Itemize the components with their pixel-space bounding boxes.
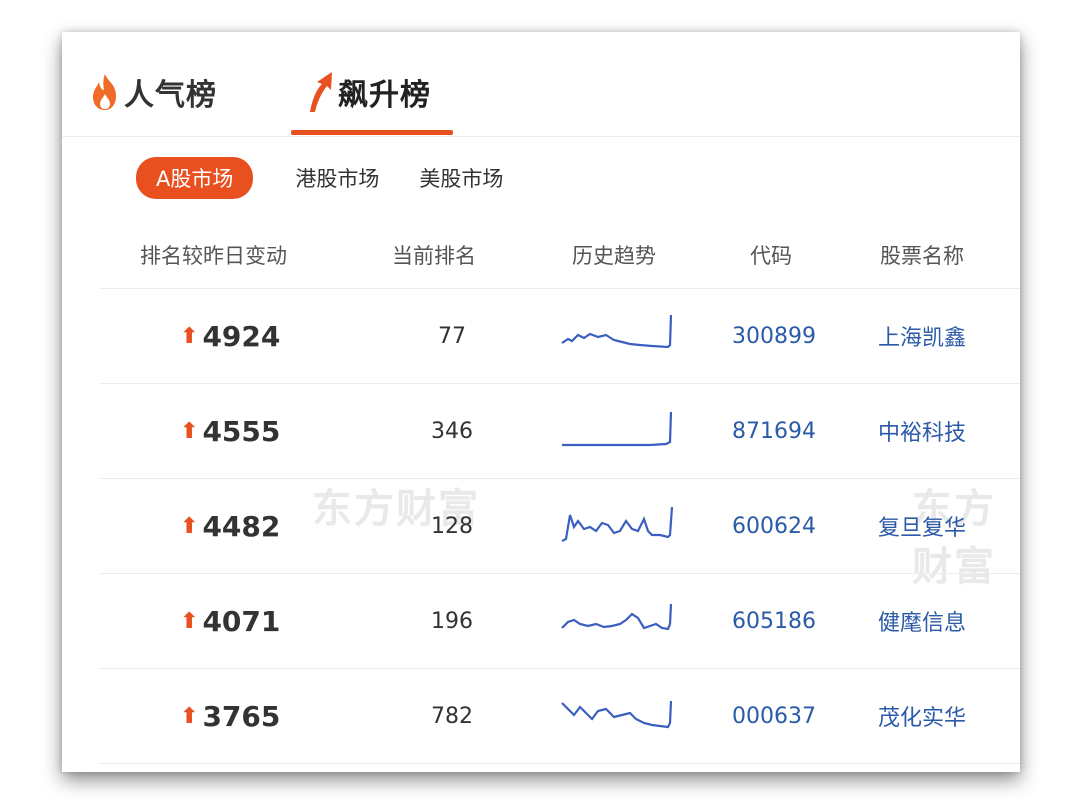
rank-change: ⬆ 4482 <box>180 509 281 543</box>
header-change: 排名较昨日变动 <box>140 244 287 268</box>
rising-arrow-icon <box>310 72 332 112</box>
table-row[interactable]: ⬆ 4482 128 600624 复旦复华 <box>100 479 1020 574</box>
tab-popularity[interactable]: 人气榜 <box>86 64 217 120</box>
stock-name-link[interactable]: 复旦复华 <box>878 479 966 573</box>
stock-name-link[interactable]: 健麾信息 <box>878 574 966 668</box>
rank-change: ⬆ 4555 <box>180 414 281 448</box>
market-filter: A股市场 港股市场 美股市场 <box>136 157 543 199</box>
up-arrow-icon: ⬆ <box>180 323 199 349</box>
trend-sparkline <box>560 289 680 383</box>
trend-sparkline <box>560 384 680 478</box>
header-code: 代码 <box>750 244 792 268</box>
tab-rising-label: 飙升榜 <box>338 78 431 113</box>
tab-popularity-label: 人气榜 <box>124 78 217 113</box>
current-rank: 346 <box>431 418 473 444</box>
up-arrow-icon: ⬆ <box>180 418 199 444</box>
market-us[interactable]: 美股市场 <box>419 163 503 193</box>
tab-bar: 人气榜 飙升榜 <box>62 32 1020 137</box>
table-row[interactable]: ⬆ 3765 782 000637 茂化实华 <box>100 669 1020 764</box>
flame-icon <box>93 74 116 110</box>
rank-change: ⬆ 4071 <box>180 604 281 638</box>
stock-name-link[interactable]: 中裕科技 <box>878 384 966 478</box>
up-arrow-icon: ⬆ <box>180 513 199 539</box>
table-row[interactable]: ⬆ 4555 346 871694 中裕科技 <box>100 384 1020 479</box>
stock-code: 605186 <box>732 608 816 634</box>
up-arrow-icon: ⬆ <box>180 608 199 634</box>
header-rank: 当前排名 <box>392 244 476 268</box>
trend-sparkline <box>560 669 680 763</box>
stock-name-link[interactable]: 茂化实华 <box>878 669 966 763</box>
market-hk[interactable]: 港股市场 <box>295 163 379 193</box>
current-rank: 128 <box>431 513 473 539</box>
table-row[interactable]: ⬆ 4924 77 300899 上海凯鑫 <box>100 289 1020 384</box>
stock-code: 000637 <box>732 703 816 729</box>
current-rank: 782 <box>431 703 473 729</box>
trend-sparkline <box>560 479 680 573</box>
rank-change: ⬆ 4924 <box>180 319 281 353</box>
up-arrow-icon: ⬆ <box>180 703 199 729</box>
stock-code: 300899 <box>732 323 816 349</box>
stock-code: 871694 <box>732 418 816 444</box>
table-row[interactable]: ⬆ 4071 196 605186 健麾信息 <box>100 574 1020 669</box>
market-a-share[interactable]: A股市场 <box>136 157 254 199</box>
stock-code: 600624 <box>732 513 816 539</box>
current-rank: 196 <box>431 608 473 634</box>
tab-rising[interactable]: 飙升榜 <box>302 64 431 120</box>
active-tab-indicator <box>291 130 453 135</box>
ranking-table: 排名较昨日变动 当前排名 历史趋势 代码 股票名称 ⬆ 4924 77 3008… <box>100 232 1020 764</box>
ranking-card: 人气榜 飙升榜 A股市场 港股市场 美股市场 东方财富 东方财富 排名较昨日变动… <box>62 32 1020 772</box>
header-name: 股票名称 <box>880 244 964 268</box>
stock-name-link[interactable]: 上海凯鑫 <box>878 289 966 383</box>
rank-change: ⬆ 3765 <box>180 699 281 733</box>
trend-sparkline <box>560 574 680 668</box>
current-rank: 77 <box>438 323 466 349</box>
table-header: 排名较昨日变动 当前排名 历史趋势 代码 股票名称 <box>100 232 1020 289</box>
header-trend: 历史趋势 <box>572 244 656 268</box>
